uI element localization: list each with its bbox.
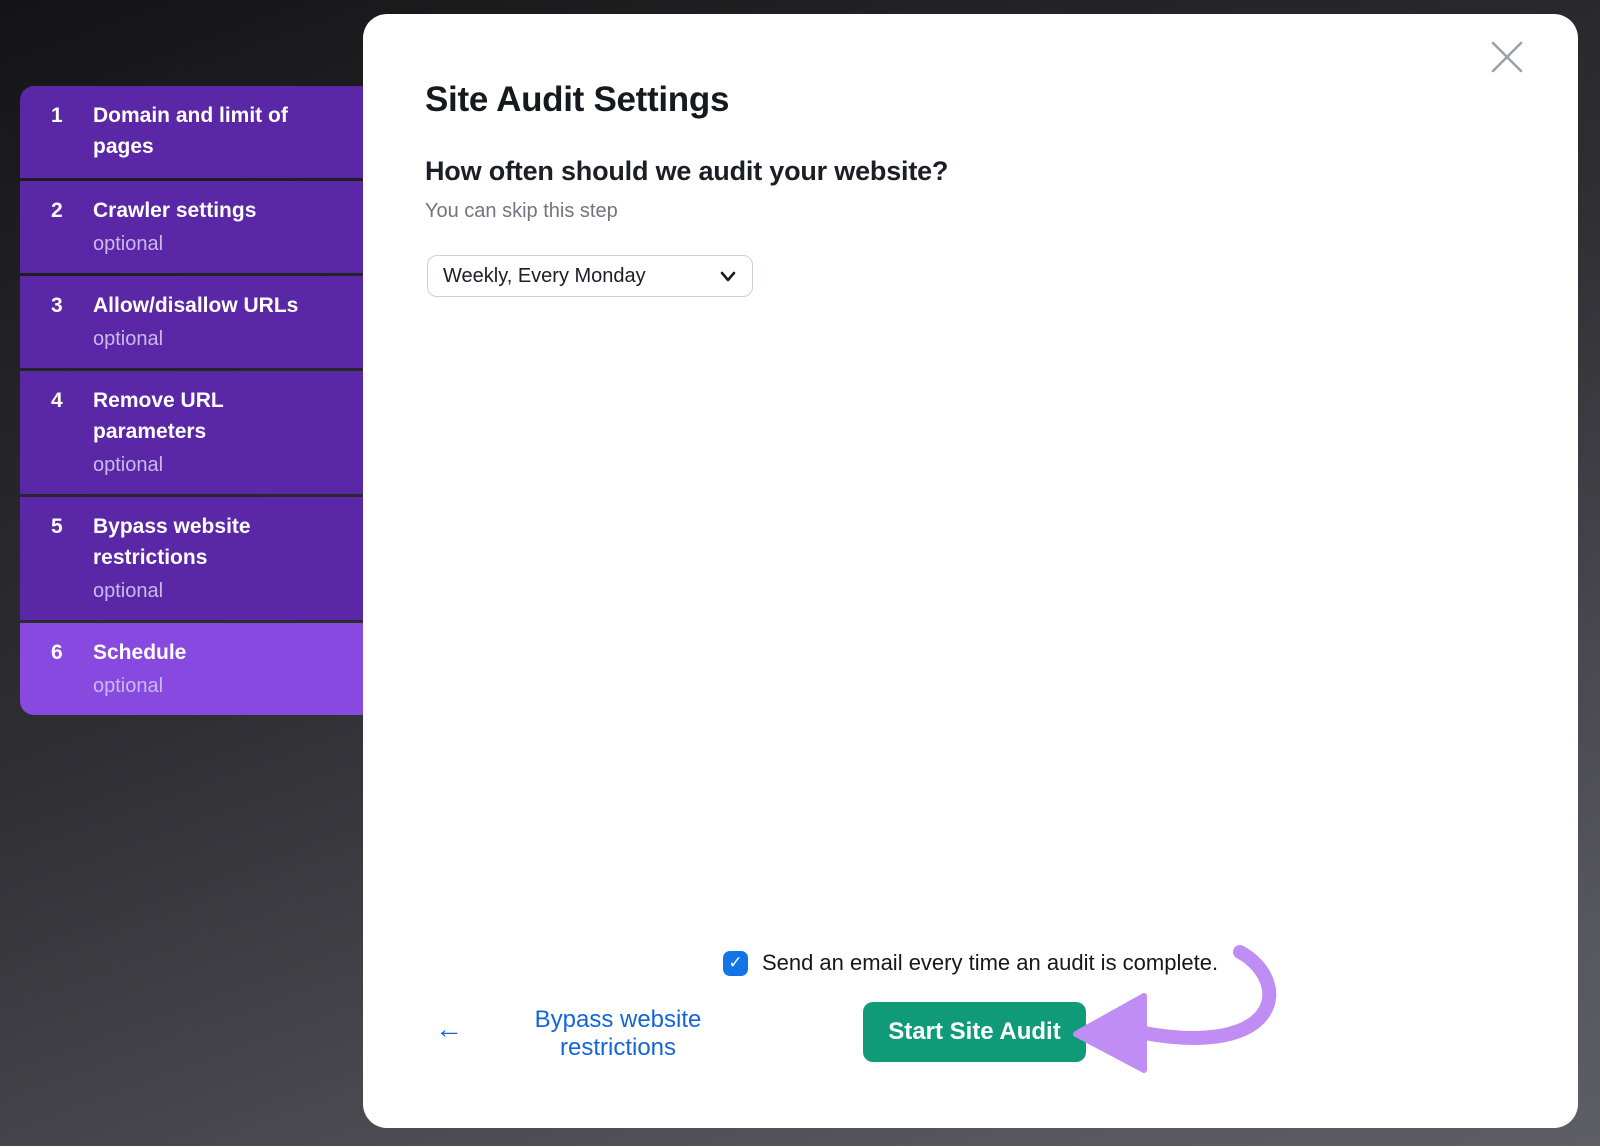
email-checkbox-label[interactable]: Send an email every time an audit is com… <box>762 950 1218 976</box>
page-background: 1 Domain and limit of pages 2 Crawler se… <box>0 0 1600 1146</box>
back-arrow-icon[interactable]: ← <box>435 1015 463 1043</box>
sidebar-item-schedule[interactable]: 6 Schedule optional <box>20 623 363 715</box>
audit-frequency-question: How often should we audit your website? <box>425 156 948 187</box>
step-number: 5 <box>20 511 93 542</box>
step-number: 4 <box>20 385 93 416</box>
sidebar-item-crawler-settings[interactable]: 2 Crawler settings optional <box>20 181 363 273</box>
step-label: Remove URL parameters <box>93 385 347 447</box>
sidebar-item-domain-and-limit[interactable]: 1 Domain and limit of pages <box>20 86 363 178</box>
step-number: 1 <box>20 100 93 131</box>
step-sidebar: 1 Domain and limit of pages 2 Crawler se… <box>20 86 363 715</box>
step-number: 6 <box>20 637 93 668</box>
step-optional-tag: optional <box>93 579 347 604</box>
step-number: 3 <box>20 290 93 321</box>
email-checkbox-row: ✓ Send an email every time an audit is c… <box>363 950 1578 976</box>
frequency-select-value: Weekly, Every Monday <box>443 265 718 288</box>
bypass-website-restrictions-link[interactable]: Bypass website restrictions <box>493 1006 743 1062</box>
sidebar-item-remove-url-parameters[interactable]: 4 Remove URL parameters optional <box>20 371 363 494</box>
step-label: Bypass website restrictions <box>93 511 347 573</box>
chevron-down-icon <box>718 266 738 286</box>
step-number: 2 <box>20 195 93 226</box>
sidebar-item-allow-disallow-urls[interactable]: 3 Allow/disallow URLs optional <box>20 276 363 368</box>
sidebar-item-bypass-website-restrictions[interactable]: 5 Bypass website restrictions optional <box>20 497 363 620</box>
step-label: Domain and limit of pages <box>93 100 347 162</box>
skip-step-hint: You can skip this step <box>425 200 618 223</box>
frequency-select[interactable]: Weekly, Every Monday <box>427 255 753 297</box>
step-optional-tag: optional <box>93 674 347 699</box>
check-icon: ✓ <box>728 953 742 973</box>
step-label: Allow/disallow URLs <box>93 290 347 321</box>
modal-footer: ← Bypass website restrictions Start Site… <box>363 1002 1578 1062</box>
step-optional-tag: optional <box>93 327 347 352</box>
step-label: Schedule <box>93 637 347 668</box>
start-site-audit-button[interactable]: Start Site Audit <box>863 1002 1086 1062</box>
page-title: Site Audit Settings <box>425 80 729 120</box>
email-checkbox[interactable]: ✓ <box>723 951 748 976</box>
close-icon[interactable] <box>1489 39 1525 75</box>
site-audit-settings-modal: Site Audit Settings How often should we … <box>363 14 1578 1128</box>
step-optional-tag: optional <box>93 453 347 478</box>
step-label: Crawler settings <box>93 195 347 226</box>
step-optional-tag: optional <box>93 232 347 257</box>
